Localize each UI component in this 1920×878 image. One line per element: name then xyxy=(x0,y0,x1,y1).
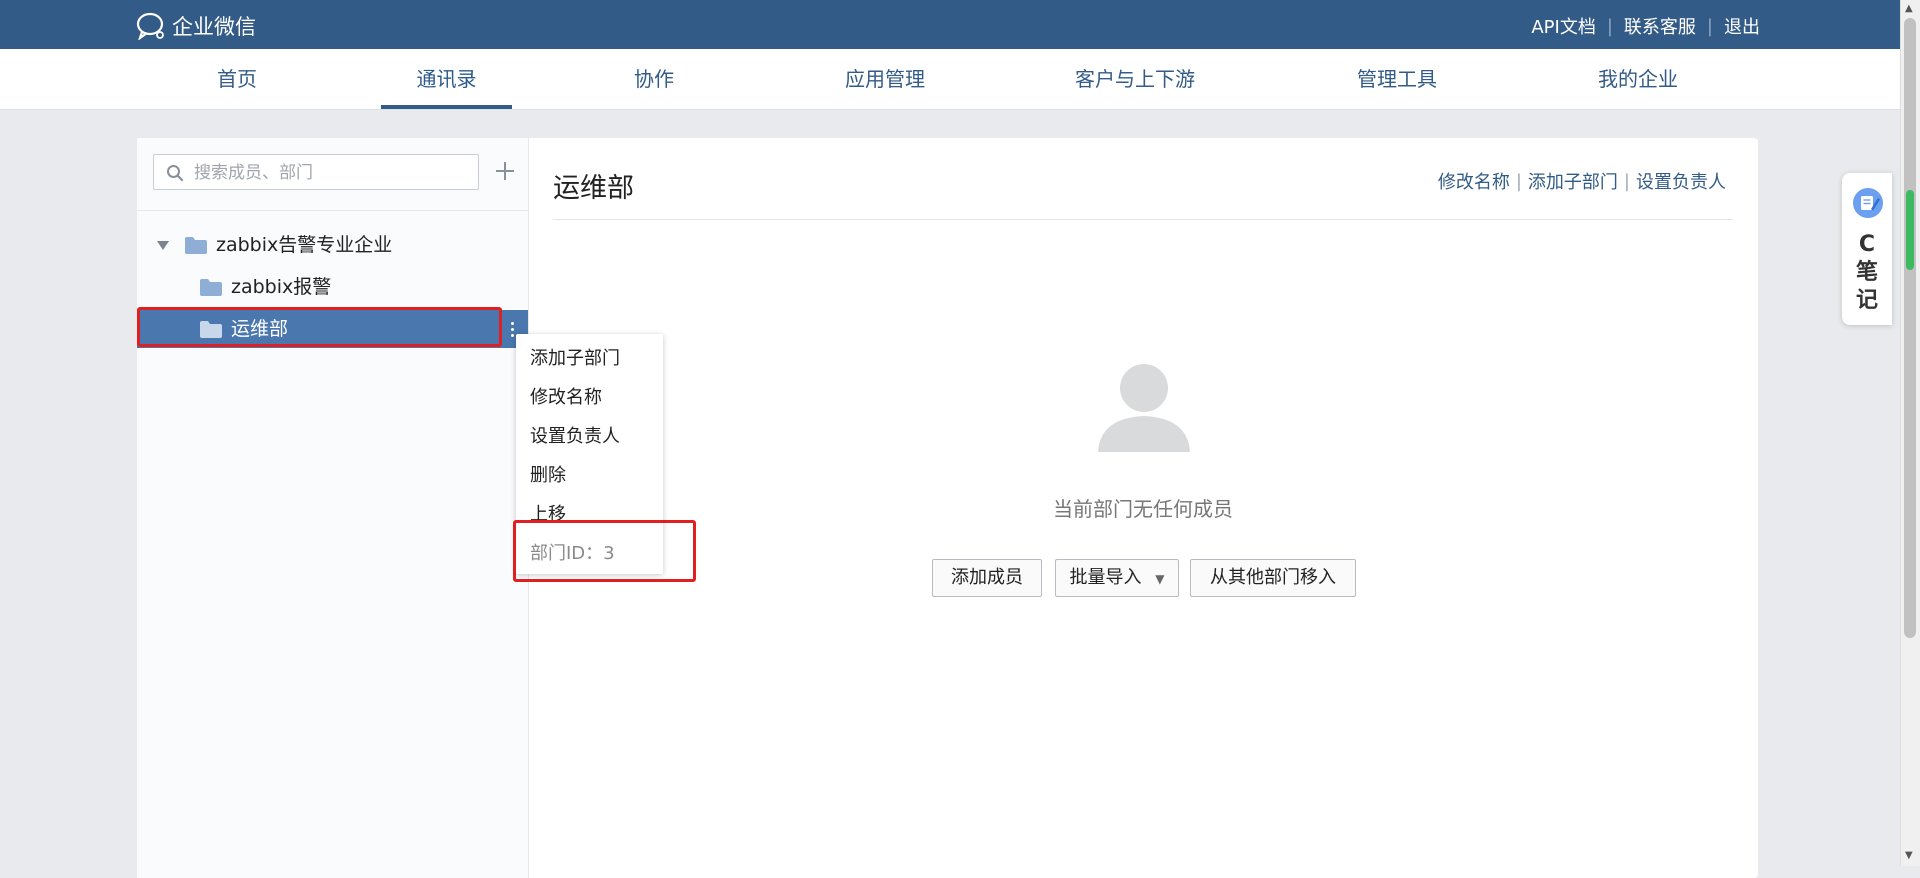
tab-management-tools[interactable]: 管理工具 xyxy=(1345,49,1449,109)
rename-link[interactable]: 修改名称 xyxy=(1438,168,1510,194)
tab-my-enterprise[interactable]: 我的企业 xyxy=(1586,49,1690,109)
divider xyxy=(553,219,1733,220)
caret-down-icon: ▼ xyxy=(1155,572,1165,586)
contacts-panel: zabbix告警专业企业 zabbix报警 运维部 运维部 修改名称 | 添加子… xyxy=(137,138,1758,878)
tree-item-root[interactable]: zabbix告警专业企业 xyxy=(137,226,528,264)
logo[interactable]: 企业微信 xyxy=(136,11,256,41)
department-sidebar: zabbix告警专业企业 zabbix报警 运维部 xyxy=(137,138,529,878)
search-icon xyxy=(167,165,184,182)
tab-customers[interactable]: 客户与上下游 xyxy=(1064,49,1206,109)
add-plus-icon[interactable] xyxy=(490,156,520,186)
note-pen-icon xyxy=(1853,188,1883,218)
tree-item-label: 运维部 xyxy=(231,318,289,340)
menu-item-delete[interactable]: 删除 xyxy=(530,461,566,487)
caret-down-icon[interactable] xyxy=(157,241,169,251)
menu-item-move-up[interactable]: 上移 xyxy=(530,500,566,526)
logout-link[interactable]: 退出 xyxy=(1724,13,1760,39)
tree-item-zabbix-alert[interactable]: zabbix报警 xyxy=(137,268,528,306)
note-widget-text: C 笔 记 xyxy=(1855,232,1878,313)
tree-item-ops-dept[interactable]: 运维部 xyxy=(137,310,528,348)
main-nav: 首页 通讯录 协作 应用管理 客户与上下游 管理工具 我的企业 xyxy=(0,49,1900,110)
department-id-text: 部门ID：3 xyxy=(530,543,615,564)
search-area xyxy=(137,138,528,211)
batch-import-button[interactable]: 批量导入 ▼ xyxy=(1055,559,1179,597)
tab-contacts[interactable]: 通讯录 xyxy=(381,49,512,109)
menu-item-set-leader[interactable]: 设置负责人 xyxy=(530,422,620,448)
tab-home[interactable]: 首页 xyxy=(205,49,269,109)
tree-item-label: zabbix告警专业企业 xyxy=(216,234,393,256)
top-links: API文档 | 联系客服 | 退出 xyxy=(1531,13,1760,39)
set-leader-link[interactable]: 设置负责人 xyxy=(1636,168,1726,194)
empty-members-text: 当前部门无任何成员 xyxy=(1053,497,1233,521)
page-scrollbar[interactable]: ▲ ▼ xyxy=(1900,0,1920,866)
department-title: 运维部 xyxy=(553,173,634,204)
tree-item-label: zabbix报警 xyxy=(231,276,332,298)
wecom-logo-icon xyxy=(136,12,164,40)
tab-app-management[interactable]: 应用管理 xyxy=(822,49,948,109)
scroll-indicator xyxy=(1906,190,1914,270)
search-box xyxy=(153,154,479,191)
scroll-up-icon[interactable]: ▲ xyxy=(1905,3,1913,14)
top-bar: 企业微信 API文档 | 联系客服 | 退出 xyxy=(0,0,1900,49)
batch-import-label: 批量导入 xyxy=(1069,567,1142,588)
note-widget[interactable]: C 笔 记 xyxy=(1842,173,1892,325)
search-input[interactable] xyxy=(192,155,476,191)
add-sub-dept-link[interactable]: 添加子部门 xyxy=(1528,168,1618,194)
add-member-button[interactable]: 添加成员 xyxy=(932,559,1042,597)
folder-icon xyxy=(200,321,222,338)
api-docs-link[interactable]: API文档 xyxy=(1531,13,1595,39)
tab-collaboration[interactable]: 协作 xyxy=(622,49,686,109)
scroll-down-icon[interactable]: ▼ xyxy=(1905,850,1913,861)
folder-icon xyxy=(185,237,207,254)
folder-icon xyxy=(200,279,222,296)
department-context-menu: 添加子部门 修改名称 设置负责人 删除 上移 部门ID：3 xyxy=(516,334,663,574)
contact-support-link[interactable]: 联系客服 xyxy=(1624,13,1696,39)
logo-text: 企业微信 xyxy=(172,15,256,39)
menu-item-add-sub-dept[interactable]: 添加子部门 xyxy=(530,344,620,370)
empty-avatar-icon xyxy=(1098,364,1190,452)
move-from-other-dept-button[interactable]: 从其他部门移入 xyxy=(1190,559,1356,597)
department-actions: 修改名称 | 添加子部门 | 设置负责人 xyxy=(1438,168,1726,194)
menu-item-rename[interactable]: 修改名称 xyxy=(530,383,602,409)
scroll-thumb[interactable] xyxy=(1904,18,1916,638)
